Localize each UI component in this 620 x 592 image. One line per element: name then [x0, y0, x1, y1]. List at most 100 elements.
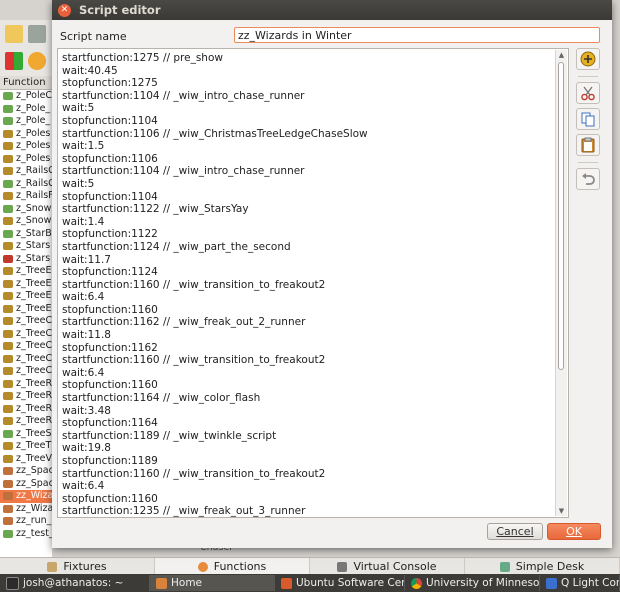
script-line[interactable]: startfunction:1164 // _wiw_color_flash [62, 392, 554, 405]
script-line[interactable]: startfunction:1160 // _wiw_transition_to… [62, 279, 554, 292]
copy-button[interactable] [576, 108, 600, 130]
function-list-item[interactable]: z_Poles [0, 128, 52, 141]
function-list-item[interactable]: z_TreeR [0, 378, 52, 391]
script-line[interactable]: stopfunction:1164 [62, 417, 554, 430]
new-scene-icon[interactable] [5, 52, 23, 70]
function-list-item[interactable]: z_Pole_ [0, 115, 52, 128]
script-line[interactable]: wait:5 [62, 178, 554, 191]
function-list-item[interactable]: z_TreeE [0, 265, 52, 278]
script-line[interactable]: wait:1.4 [62, 216, 554, 229]
scroll-up-icon[interactable]: ▲ [556, 50, 567, 60]
script-line[interactable]: startfunction:1189 // _wiw_twinkle_scrip… [62, 430, 554, 443]
function-list-item[interactable]: z_TreeC [0, 328, 52, 341]
function-list-item[interactable]: z_TreeR [0, 403, 52, 416]
function-list-item[interactable]: zz_Wiza [0, 490, 52, 503]
undo-button[interactable] [576, 168, 600, 190]
new-chaser-icon[interactable] [28, 25, 46, 43]
script-line[interactable]: startfunction:1235 // _wiw_freak_out_3_r… [62, 505, 554, 517]
script-line[interactable]: wait:19.8 [62, 442, 554, 455]
function-list-item[interactable]: zz_test_root [0, 528, 52, 541]
function-list-item[interactable]: z_Snow [0, 215, 52, 228]
cut-button[interactable] [576, 82, 600, 104]
script-line[interactable]: wait:6.4 [62, 291, 554, 304]
function-list-item[interactable]: z_TreeS [0, 428, 52, 441]
close-icon[interactable]: ✕ [58, 3, 71, 17]
script-line[interactable]: stopfunction:1275 [62, 77, 554, 90]
script-line[interactable]: wait:11.8 [62, 329, 554, 342]
function-list-item[interactable]: z_Poles [0, 153, 52, 166]
scroll-down-icon[interactable]: ▼ [556, 506, 567, 516]
tab-virtual-console[interactable]: Virtual Console [310, 558, 465, 575]
new-efx-icon[interactable] [28, 52, 46, 70]
paste-button[interactable] [576, 134, 600, 156]
function-list-item[interactable]: zz_Wiza [0, 503, 52, 516]
function-list-item[interactable]: z_Stars [0, 253, 52, 266]
script-line[interactable]: wait:6.4 [62, 480, 554, 493]
function-list-item[interactable]: zz_Spac [0, 478, 52, 491]
script-line[interactable]: startfunction:1275 // pre_show [62, 52, 554, 65]
taskbar-browser[interactable]: University of Minneso... [405, 575, 540, 591]
ok-button[interactable]: OK [547, 523, 601, 540]
script-line[interactable]: stopfunction:1160 [62, 304, 554, 317]
script-line[interactable]: startfunction:1160 // _wiw_transition_to… [62, 354, 554, 367]
function-list-item[interactable]: z_TreeT [0, 440, 52, 453]
function-list-item[interactable]: z_TreeE [0, 303, 52, 316]
function-list-item[interactable]: z_TreeC [0, 315, 52, 328]
taskbar-qlc[interactable]: Q Light Contr [540, 575, 620, 591]
function-list-item[interactable]: z_Pole_ [0, 103, 52, 116]
script-line[interactable]: wait:5 [62, 102, 554, 115]
script-line[interactable]: wait:11.7 [62, 254, 554, 267]
script-line[interactable]: stopfunction:1122 [62, 228, 554, 241]
script-line[interactable]: startfunction:1124 // _wiw_part_the_seco… [62, 241, 554, 254]
script-line[interactable]: stopfunction:1162 [62, 342, 554, 355]
function-list-item[interactable]: z_TreeE [0, 290, 52, 303]
script-line[interactable]: startfunction:1160 // _wiw_transition_to… [62, 468, 554, 481]
editor-scrollbar[interactable]: ▲ ▼ [555, 50, 567, 516]
function-list-item[interactable]: z_TreeC [0, 340, 52, 353]
script-line[interactable]: stopfunction:1104 [62, 115, 554, 128]
script-line[interactable]: startfunction:1104 // _wiw_intro_chase_r… [62, 165, 554, 178]
script-line[interactable]: stopfunction:1189 [62, 455, 554, 468]
function-list-item[interactable]: z_PoleC [0, 90, 52, 103]
script-line[interactable]: startfunction:1122 // _wiw_StarsYay [62, 203, 554, 216]
script-text[interactable]: startfunction:1275 // pre_show wait:40.45… [62, 52, 554, 517]
script-line[interactable]: startfunction:1106 // _wiw_ChristmasTree… [62, 128, 554, 141]
script-line[interactable]: wait:3.48 [62, 405, 554, 418]
script-name-input[interactable] [234, 27, 600, 43]
script-line[interactable]: stopfunction:1124 [62, 266, 554, 279]
script-line[interactable]: stopfunction:1104 [62, 191, 554, 204]
scrollbar-thumb[interactable] [558, 62, 564, 370]
cancel-button[interactable]: Cancel [487, 523, 543, 540]
tab-functions[interactable]: Functions [155, 558, 310, 575]
function-list-item[interactable]: z_TreeR [0, 415, 52, 428]
tab-simple-desk[interactable]: Simple Desk [465, 558, 620, 575]
function-list-item[interactable]: z_TreeV [0, 453, 52, 466]
function-list-item[interactable]: z_StarB [0, 228, 52, 241]
function-list-item[interactable]: z_TreeE [0, 278, 52, 291]
function-list[interactable]: z_PoleC z_Pole_ z_Pole_ z_Poles z_Poles z_Pol… [0, 90, 52, 560]
taskbar-home[interactable]: Home [150, 575, 275, 591]
function-list-item[interactable]: z_TreeR [0, 390, 52, 403]
script-line[interactable]: stopfunction:1106 [62, 153, 554, 166]
function-list-item[interactable]: z_RailsF [0, 190, 52, 203]
script-line[interactable]: startfunction:1162 // _wiw_freak_out_2_r… [62, 316, 554, 329]
function-list-item[interactable]: z_TreeC [0, 365, 52, 378]
function-list-item[interactable]: z_RailsC [0, 165, 52, 178]
taskbar-terminal[interactable]: josh@athanatos: ~ [0, 575, 150, 591]
script-line[interactable]: wait:1.5 [62, 140, 554, 153]
function-list-item[interactable]: z_TreeC [0, 353, 52, 366]
function-list-item[interactable]: z_Stars [0, 240, 52, 253]
script-line[interactable]: startfunction:1104 // _wiw_intro_chase_r… [62, 90, 554, 103]
tab-fixtures[interactable]: Fixtures [0, 558, 155, 575]
taskbar-software-center[interactable]: Ubuntu Software Cen... [275, 575, 405, 591]
script-line[interactable]: wait:6.4 [62, 367, 554, 380]
function-list-item[interactable]: zz_run_ [0, 515, 52, 528]
script-text-editor[interactable]: startfunction:1275 // pre_show wait:40.45… [57, 48, 569, 518]
function-list-item[interactable]: z_RailsC [0, 178, 52, 191]
script-line[interactable]: stopfunction:1160 [62, 379, 554, 392]
script-line[interactable]: stopfunction:1160 [62, 493, 554, 506]
new-script-icon[interactable] [5, 25, 23, 43]
function-column-header[interactable]: Function [0, 76, 52, 90]
function-list-item[interactable]: zz_Spac [0, 465, 52, 478]
script-line[interactable]: wait:40.45 [62, 65, 554, 78]
